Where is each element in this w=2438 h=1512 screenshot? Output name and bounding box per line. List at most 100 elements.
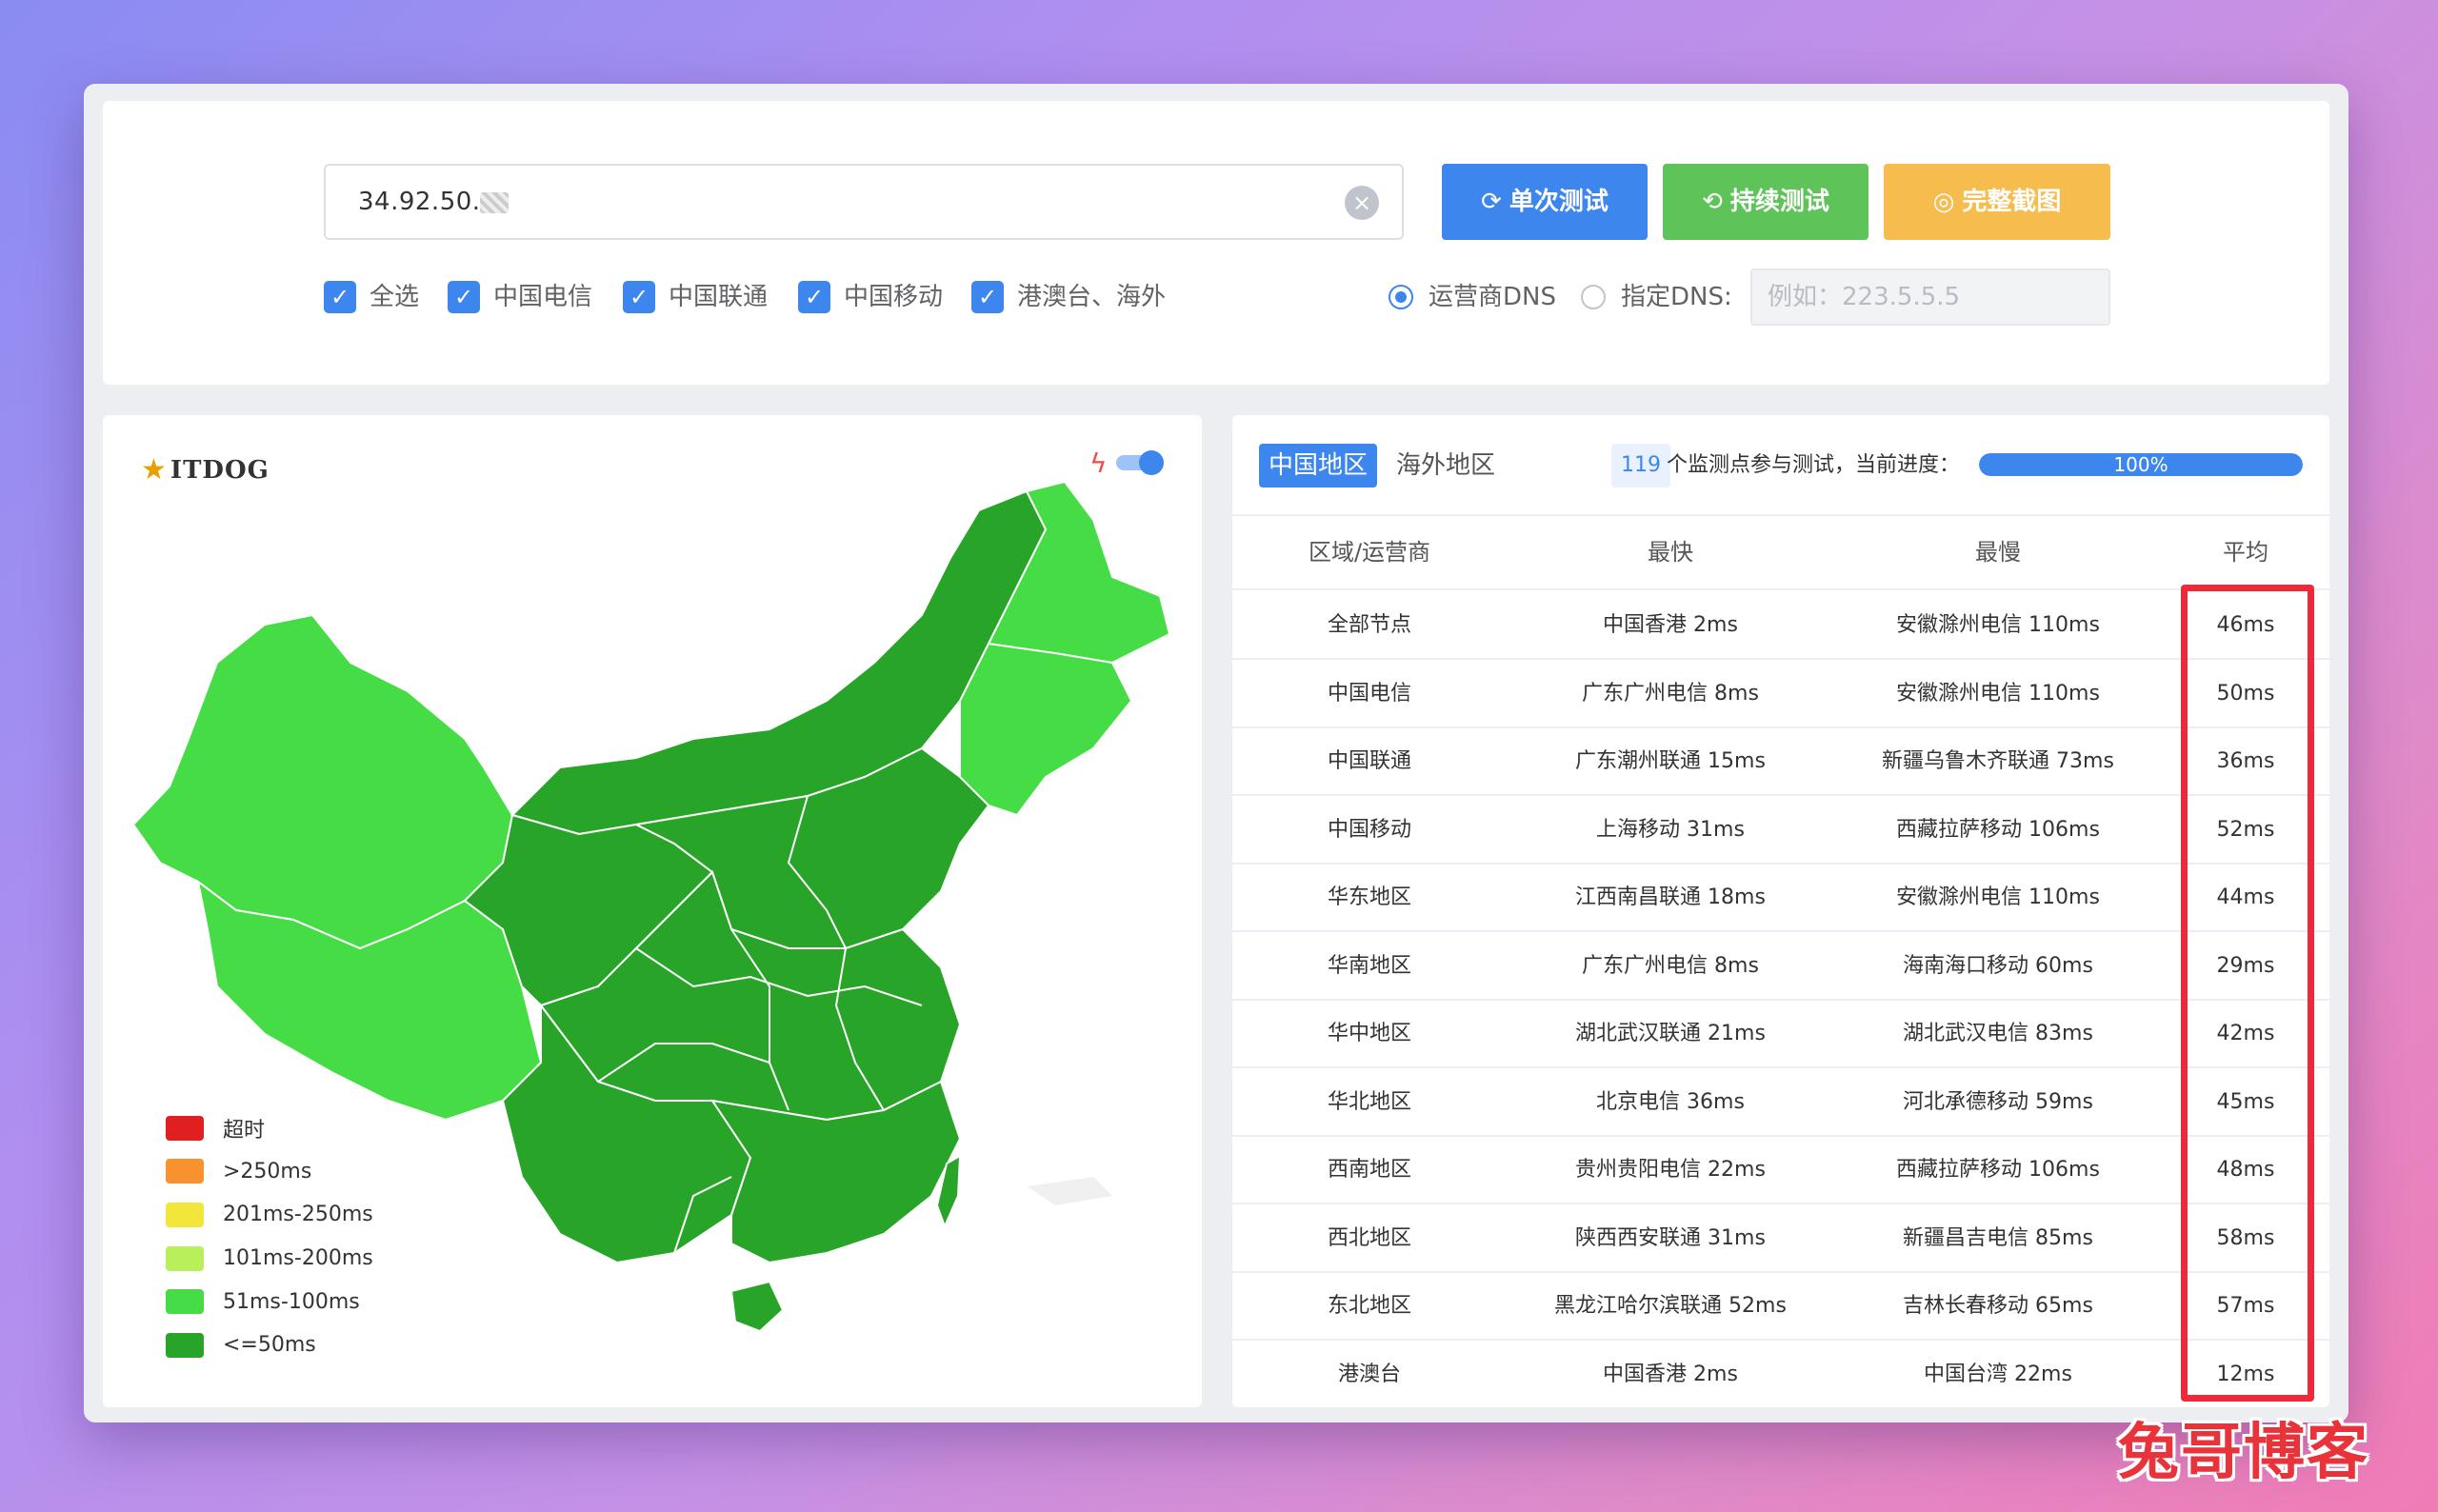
cell-slowest: 海南海口移动 60ms — [1903, 953, 2093, 978]
legend-swatch — [166, 1115, 204, 1141]
table-header: 区域/运营商 最快 最慢 平均 — [1232, 514, 2329, 590]
itdog-logo: ★ ITDOG — [141, 453, 270, 487]
legend-item: >250ms — [166, 1150, 373, 1194]
cell-fastest: 湖北武汉联通 21ms — [1575, 1022, 1766, 1045]
checkbox-overseas[interactable]: ✓ 港澳台、海外 — [971, 280, 1166, 314]
cell-slowest: 新疆乌鲁木齐联通 73ms — [1882, 749, 2114, 773]
check-icon: ✓ — [971, 281, 1004, 313]
star-logo-icon: ★ — [141, 453, 167, 487]
cell-fastest: 黑龙江哈尔滨联通 52ms — [1554, 1294, 1787, 1318]
table-row: 西南地区 贵州贵阳电信 22ms 西藏拉萨移动 106ms 48ms — [1232, 1137, 2329, 1204]
continuous-test-button[interactable]: ⟲ 持续测试 — [1663, 164, 1868, 240]
cell-fastest: 上海移动 31ms — [1596, 817, 1745, 842]
map-panel: ★ ITDOG ϟ 超时 >250ms 201ms-250ms 101ms-20… — [103, 415, 1202, 1407]
single-test-button[interactable]: ⟳ 单次测试 — [1442, 164, 1648, 240]
column-header-region: 区域/运营商 — [1308, 539, 1431, 566]
table-row: 中国移动 上海移动 31ms 西藏拉萨移动 106ms 52ms — [1232, 797, 2329, 865]
cell-slowest: 湖北武汉电信 83ms — [1903, 1022, 2093, 1045]
cell-fastest: 贵州贵阳电信 22ms — [1575, 1158, 1766, 1182]
cell-slowest: 西藏拉萨移动 106ms — [1896, 1158, 2100, 1182]
legend-item: 101ms-200ms — [166, 1237, 373, 1281]
cell-region: 中国电信 — [1327, 681, 1411, 706]
target-ip-input[interactable]: 34.92.50. × — [324, 164, 1404, 240]
progress-label: 个监测点参与测试，当前进度： — [1667, 453, 1961, 477]
custom-dns-input[interactable]: 例如：223.5.5.5 — [1750, 269, 2110, 326]
cell-average: 58ms — [2216, 1225, 2275, 1250]
lightning-icon: ϟ — [1089, 448, 1108, 479]
watermark: 兔哥博客 — [2118, 1418, 2369, 1488]
cell-average: 36ms — [2216, 749, 2275, 773]
tab-overseas-region[interactable]: 海外地区 — [1387, 444, 1505, 487]
cell-region: 中国移动 — [1327, 817, 1411, 842]
close-circle-icon[interactable]: × — [1345, 186, 1379, 220]
legend-swatch — [166, 1289, 204, 1315]
cell-average: 52ms — [2216, 817, 2275, 842]
progress-fill: 100% — [1979, 453, 2303, 476]
cell-fastest: 广东广州电信 8ms — [1582, 681, 1759, 706]
table-row: 东北地区 黑龙江哈尔滨联通 52ms 吉林长春移动 65ms 57ms — [1232, 1273, 2329, 1341]
check-icon: ✓ — [448, 281, 480, 313]
legend-swatch — [166, 1202, 204, 1227]
radio-dot — [1389, 285, 1413, 309]
cell-average: 45ms — [2216, 1089, 2275, 1114]
column-header-average: 平均 — [2223, 539, 2268, 566]
table-row: 全部节点 中国香港 2ms 安徽滁州电信 110ms 46ms — [1232, 592, 2329, 660]
cell-slowest: 安徽滁州电信 110ms — [1896, 681, 2100, 706]
cell-region: 东北地区 — [1327, 1294, 1411, 1318]
table-row: 华南地区 广东广州电信 8ms 海南海口移动 60ms 29ms — [1232, 933, 2329, 1001]
table-row: 港澳台 中国香港 2ms 中国台湾 22ms 12ms — [1232, 1342, 2329, 1407]
cell-fastest: 北京电信 36ms — [1596, 1089, 1745, 1114]
check-icon: ✓ — [623, 281, 655, 313]
cell-slowest: 安徽滁州电信 110ms — [1896, 885, 2100, 909]
cell-region: 华北地区 — [1327, 1089, 1411, 1114]
legend-item: 51ms-100ms — [166, 1280, 373, 1323]
cell-average: 42ms — [2216, 1022, 2275, 1045]
ip-input-value: 34.92.50. — [358, 188, 481, 216]
legend-item: <=50ms — [166, 1323, 373, 1367]
cell-average: 29ms — [2216, 953, 2275, 978]
cell-fastest: 广东潮州联通 15ms — [1575, 749, 1766, 773]
cell-slowest: 安徽滁州电信 110ms — [1896, 613, 2100, 637]
cell-average: 48ms — [2216, 1158, 2275, 1182]
checkbox-select-all[interactable]: ✓ 全选 — [324, 280, 419, 314]
legend-swatch — [166, 1245, 204, 1271]
table-row: 华中地区 湖北武汉联通 21ms 湖北武汉电信 83ms 42ms — [1232, 1001, 2329, 1068]
refresh-icon: ⟳ — [1481, 188, 1502, 216]
cell-average: 44ms — [2216, 885, 2275, 909]
cell-slowest: 河北承德移动 59ms — [1903, 1089, 2093, 1114]
cell-region: 全部节点 — [1327, 613, 1411, 637]
redacted-mask — [480, 192, 509, 213]
table-row: 西北地区 陕西西安联通 31ms 新疆昌吉电信 85ms 58ms — [1232, 1205, 2329, 1273]
map-mode-toggle[interactable] — [1116, 450, 1164, 475]
cell-region: 西南地区 — [1327, 1158, 1411, 1182]
cell-slowest: 中国台湾 22ms — [1924, 1362, 2072, 1386]
cell-average: 57ms — [2216, 1294, 2275, 1318]
region-xinjiang — [131, 613, 514, 950]
cell-region: 中国联通 — [1327, 749, 1411, 773]
full-screenshot-button[interactable]: ◎ 完整截图 — [1884, 164, 2110, 240]
cell-average: 12ms — [2216, 1362, 2275, 1386]
legend-swatch — [166, 1159, 204, 1184]
table-row: 华北地区 北京电信 36ms 河北承德移动 59ms 45ms — [1232, 1069, 2329, 1137]
cell-fastest: 中国香港 2ms — [1603, 1362, 1738, 1386]
checkbox-unicom[interactable]: ✓ 中国联通 — [623, 280, 768, 314]
cell-region: 华南地区 — [1327, 953, 1411, 978]
table-row: 华东地区 江西南昌联通 18ms 安徽滁州电信 110ms 44ms — [1232, 865, 2329, 932]
checkbox-mobile[interactable]: ✓ 中国移动 — [798, 280, 943, 314]
radio-isp-dns[interactable]: 运营商DNS — [1389, 280, 1556, 314]
loop-icon: ⟲ — [1702, 188, 1723, 216]
checkbox-telecom[interactable]: ✓ 中国电信 — [448, 280, 592, 314]
cell-fastest: 广东广州电信 8ms — [1582, 953, 1759, 978]
cell-slowest: 新疆昌吉电信 85ms — [1903, 1225, 2093, 1250]
cell-average: 50ms — [2216, 681, 2275, 706]
cell-slowest: 西藏拉萨移动 106ms — [1896, 817, 2100, 842]
camera-icon: ◎ — [1932, 188, 1955, 216]
radio-custom-dns[interactable]: 指定DNS: — [1581, 280, 1732, 314]
column-header-slowest: 最慢 — [1975, 539, 2021, 566]
region-jilin-liaoning — [959, 642, 1133, 817]
cell-region: 西北地区 — [1327, 1225, 1411, 1250]
check-icon: ✓ — [798, 281, 830, 313]
node-count-badge: 119 — [1611, 444, 1670, 487]
tab-china-region[interactable]: 中国地区 — [1259, 444, 1378, 487]
control-panel — [103, 101, 2329, 385]
